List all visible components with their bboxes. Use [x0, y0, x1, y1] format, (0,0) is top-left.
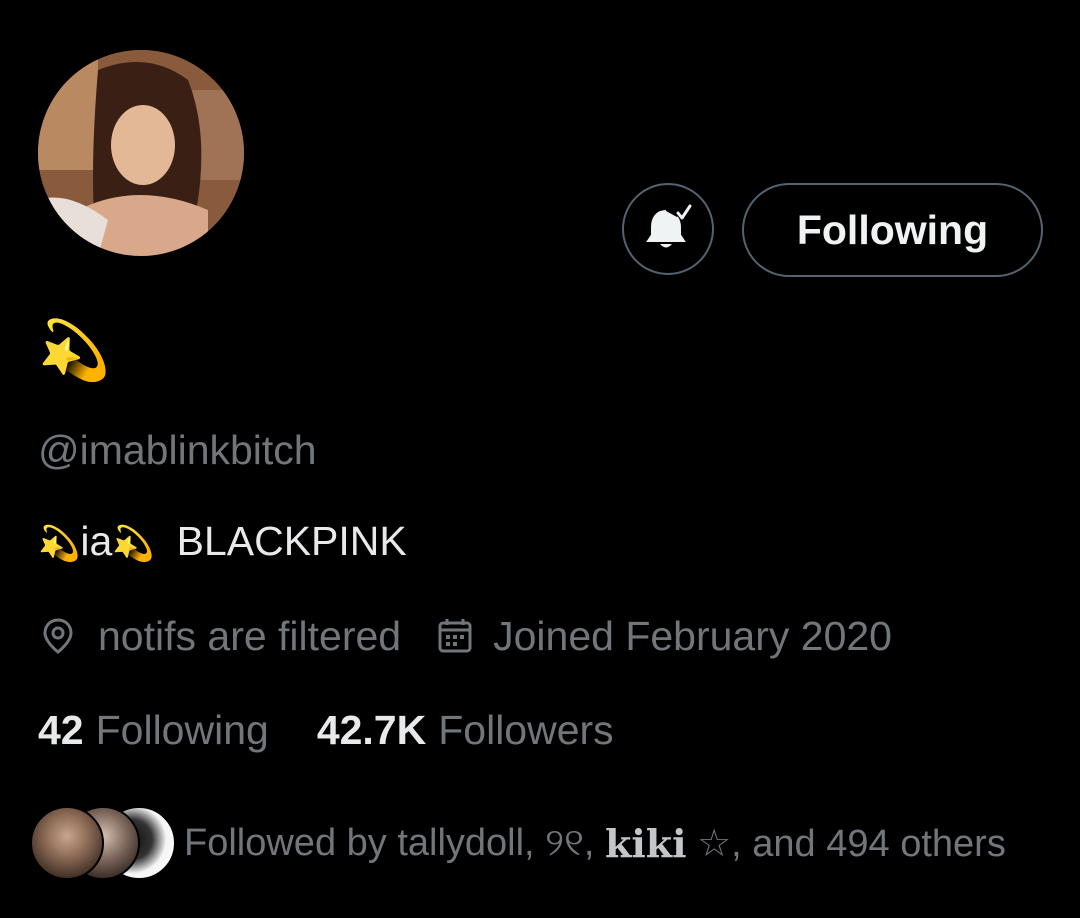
profile-meta: notifs are filtered Joined February 2020 — [38, 608, 892, 664]
location-text: notifs are filtered — [98, 612, 402, 659]
bio-text-blackpink: BLACKPINK — [176, 518, 407, 564]
following-count: 42 — [38, 706, 84, 753]
display-name: 💫 — [38, 318, 111, 383]
followers-stat-link[interactable]: 42.7K Followers — [317, 707, 614, 754]
followed-by-prefix: Followed by tallydoll, ୨୧, — [184, 821, 595, 864]
joined-text: Joined February 2020 — [493, 612, 892, 659]
location-pin-icon — [43, 618, 73, 654]
following-button[interactable]: Following — [742, 183, 1043, 277]
following-label: Following — [95, 706, 269, 753]
avatar-photo — [38, 50, 244, 256]
calendar-icon — [438, 619, 472, 653]
followed-by-avatars — [30, 806, 176, 880]
followed-by-row[interactable]: Followed by tallydoll, ୨୧, kiki ☆, and 4… — [30, 806, 1006, 880]
followers-label: Followers — [438, 706, 614, 753]
follower-avatar — [30, 806, 104, 880]
notifications-button[interactable] — [622, 183, 714, 275]
bell-check-icon — [646, 204, 692, 248]
followed-by-suffix: ☆, and 494 others — [697, 822, 1006, 865]
bio-text-ia: ia — [80, 518, 113, 564]
followed-by-kiki: kiki — [605, 820, 687, 866]
following-stat-link[interactable]: 42 Following — [38, 707, 269, 754]
profile-stats: 42 Following 42.7K Followers — [38, 702, 614, 758]
profile-handle: @imablinkbitch — [38, 427, 317, 473]
joined-item: Joined February 2020 — [437, 613, 892, 660]
profile-bio: 💫ia💫 BLACKPINK — [38, 514, 407, 571]
location-item: notifs are filtered — [38, 613, 401, 660]
followers-count: 42.7K — [316, 706, 427, 753]
dizzy-emoji: 💫 — [112, 525, 155, 563]
profile-avatar[interactable] — [38, 50, 244, 256]
dizzy-emoji: 💫 — [38, 525, 81, 563]
